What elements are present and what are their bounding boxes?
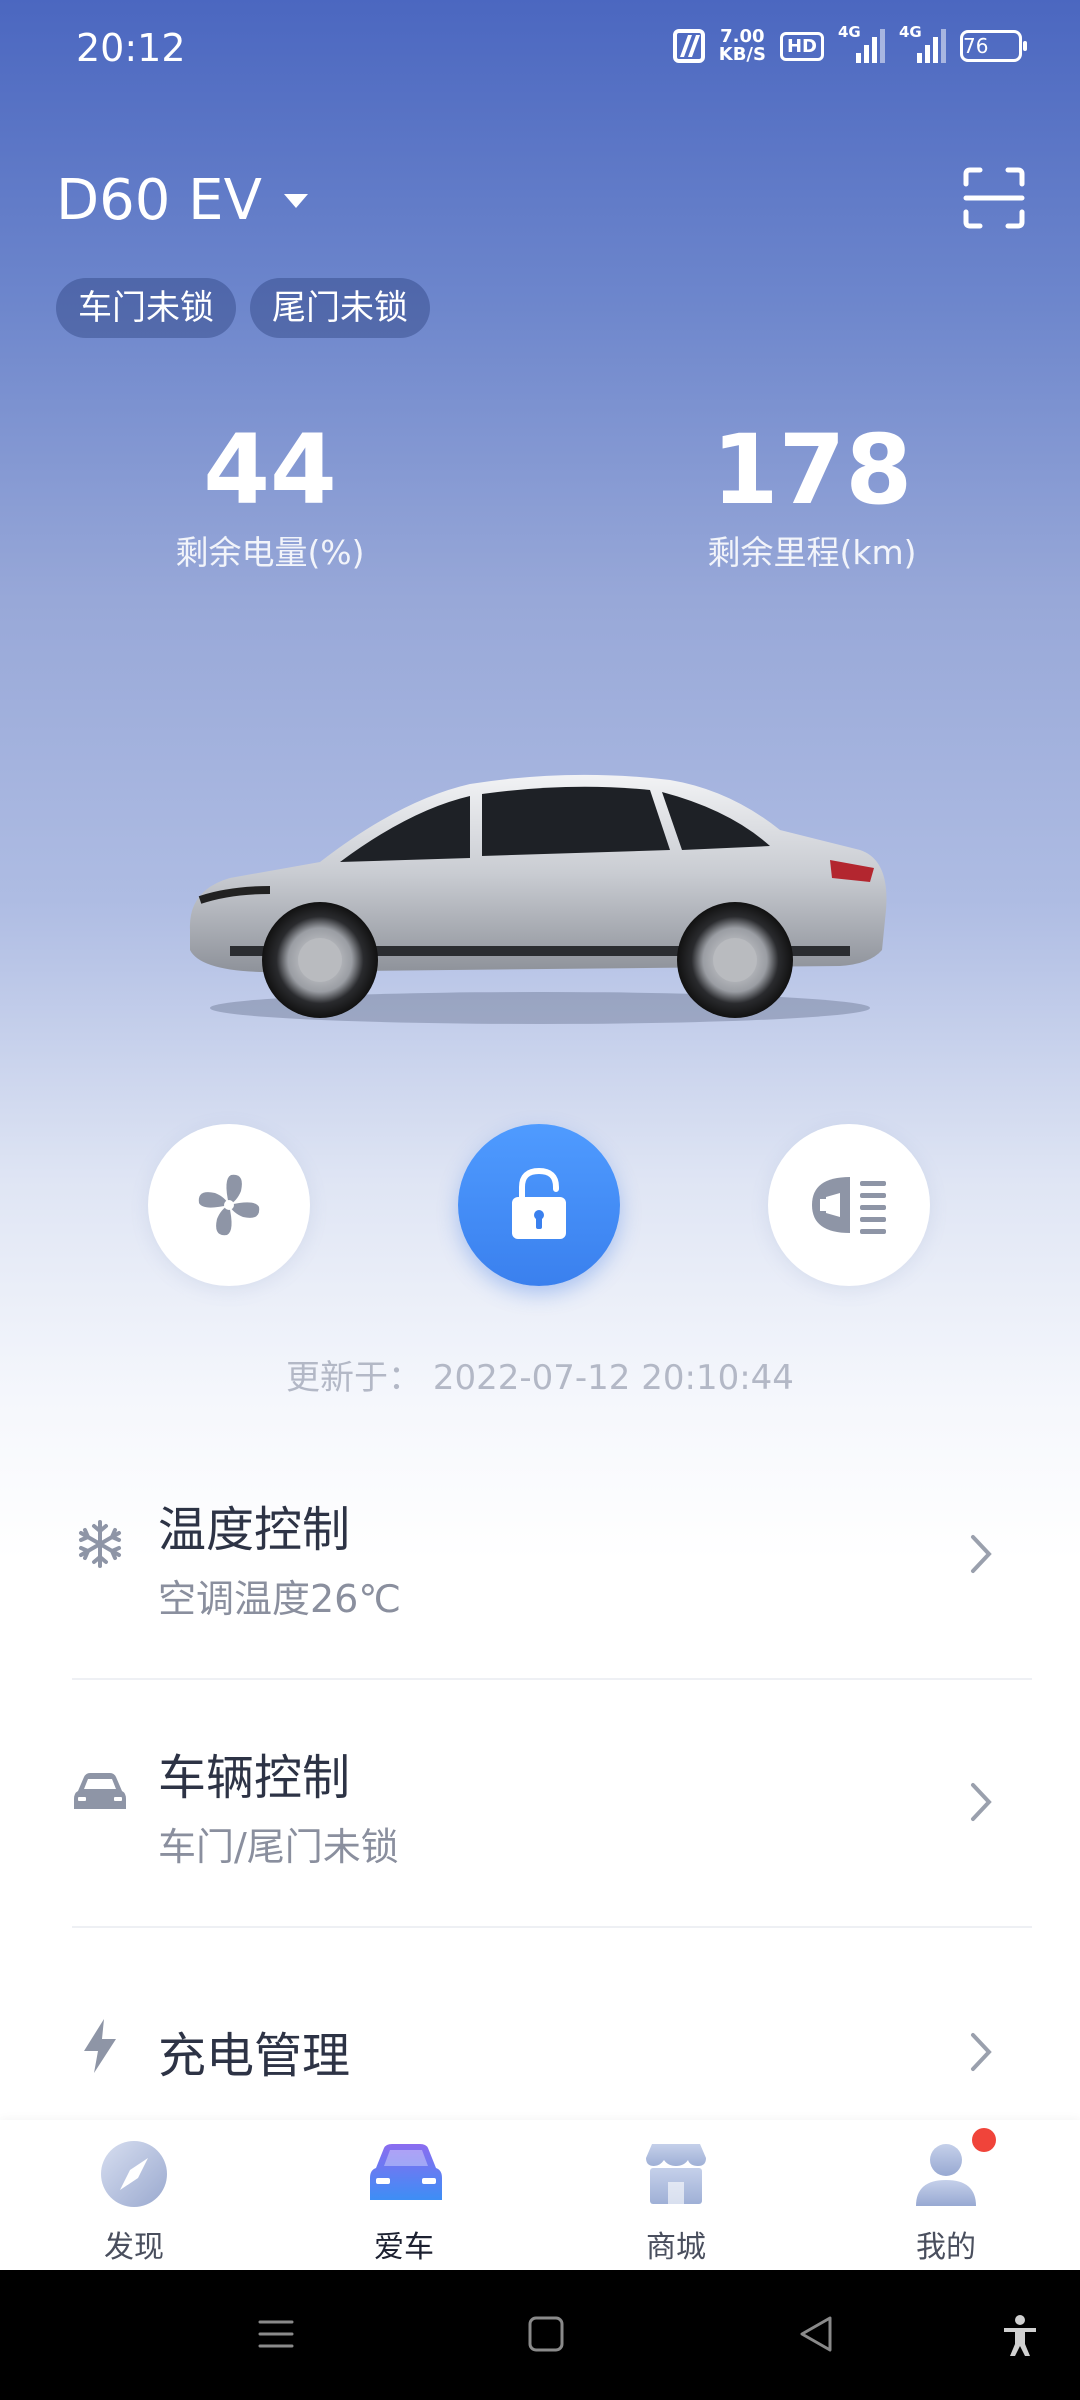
status-icons: 7.00 KB/S HD 4G 4G 76 xyxy=(672,23,1027,64)
network-type-1: 4G xyxy=(838,23,861,41)
battery-value: 44 xyxy=(203,414,337,526)
status-bar: 20:12 7.00 KB/S HD 4G 4G 76 xyxy=(0,0,1080,100)
charging-management-item[interactable]: 充电管理 xyxy=(72,2016,1032,2096)
bottom-nav: 发现 爱车 商城 我的 xyxy=(0,2120,1080,2270)
scan-icon[interactable] xyxy=(962,166,1026,230)
battery-stat: 44 剩余电量(%) xyxy=(120,420,420,574)
fan-icon xyxy=(198,1174,260,1236)
temperature-control-item[interactable]: 温度控制 空调温度26℃ xyxy=(72,1490,1032,1650)
chevron-right-icon xyxy=(971,1783,992,1821)
nav-mall-label: 商城 xyxy=(646,2230,706,2265)
home-icon[interactable] xyxy=(526,2314,566,2354)
nav-discover[interactable]: 发现 xyxy=(64,2138,204,2266)
unlock-icon xyxy=(512,1167,566,1239)
horn-light-button[interactable] xyxy=(768,1124,930,1286)
snowflake-icon xyxy=(72,1516,128,1572)
range-value: 178 xyxy=(711,414,913,526)
lightning-icon xyxy=(72,2018,128,2074)
nav-car-label: 爱车 xyxy=(374,2230,434,2265)
headlight-horn-icon xyxy=(812,1177,886,1234)
battery-icon: 76 xyxy=(960,30,1027,62)
nav-mine-label: 我的 xyxy=(916,2230,976,2265)
hd-icon: HD xyxy=(779,31,824,61)
car-icon xyxy=(72,1764,128,1820)
nav-car[interactable]: 爱车 xyxy=(334,2138,474,2266)
car-selector[interactable]: D60 EV xyxy=(56,168,308,233)
divider xyxy=(72,1926,1032,1928)
car-tab-icon xyxy=(368,2138,442,2210)
tailgate-status-tag: 尾门未锁 xyxy=(250,278,430,338)
chevron-right-icon xyxy=(971,1535,992,1573)
vehicle-control-subtitle: 车门/尾门未锁 xyxy=(158,1825,399,1869)
accessibility-icon[interactable] xyxy=(1000,2314,1040,2358)
update-timestamp: 更新于： 2022-07-12 20:10:44 xyxy=(286,1358,794,1398)
range-stat: 178 剩余里程(km) xyxy=(662,420,962,574)
network-speed: 7.00 KB/S xyxy=(719,28,766,64)
vehicle-control-item[interactable]: 车辆控制 车门/尾门未锁 xyxy=(72,1738,1032,1898)
status-tags: 车门未锁 尾门未锁 xyxy=(56,278,430,338)
range-label: 剩余里程(km) xyxy=(707,533,917,572)
notification-badge xyxy=(972,2128,996,2152)
system-nav-bar xyxy=(0,2270,1080,2400)
status-time: 20:12 xyxy=(76,26,186,70)
door-status-tag: 车门未锁 xyxy=(56,278,236,338)
nav-mine[interactable]: 我的 xyxy=(876,2128,1016,2266)
signal-icon-1: 4G xyxy=(838,23,885,63)
temperature-control-title: 温度控制 xyxy=(158,1502,351,1558)
lock-button[interactable] xyxy=(458,1124,620,1286)
charging-management-title: 充电管理 xyxy=(158,2028,351,2084)
back-icon[interactable] xyxy=(796,2314,836,2354)
divider xyxy=(72,1678,1032,1680)
nav-discover-label: 发现 xyxy=(104,2230,164,2265)
compass-icon xyxy=(98,2138,170,2210)
car-name: D60 EV xyxy=(56,168,262,233)
fan-button[interactable] xyxy=(148,1124,310,1286)
menu-icon[interactable] xyxy=(256,2314,296,2354)
caret-down-icon xyxy=(283,193,308,208)
battery-label: 剩余电量(%) xyxy=(175,533,365,572)
store-icon xyxy=(640,2138,712,2210)
vehicle-control-title: 车辆控制 xyxy=(158,1750,351,1806)
nav-mall[interactable]: 商城 xyxy=(606,2138,746,2266)
chevron-right-icon xyxy=(971,2033,992,2071)
user-icon xyxy=(910,2128,996,2210)
temperature-control-subtitle: 空调温度26℃ xyxy=(158,1577,402,1621)
app-screen: 20:12 7.00 KB/S HD 4G 4G 76 D60 EV 车门未锁 … xyxy=(0,0,1080,2400)
nfc-icon xyxy=(672,29,705,63)
car-image xyxy=(170,750,910,1030)
network-type-2: 4G xyxy=(899,23,922,41)
signal-icon-2: 4G xyxy=(899,23,946,63)
speed-unit: KB/S xyxy=(718,44,766,65)
